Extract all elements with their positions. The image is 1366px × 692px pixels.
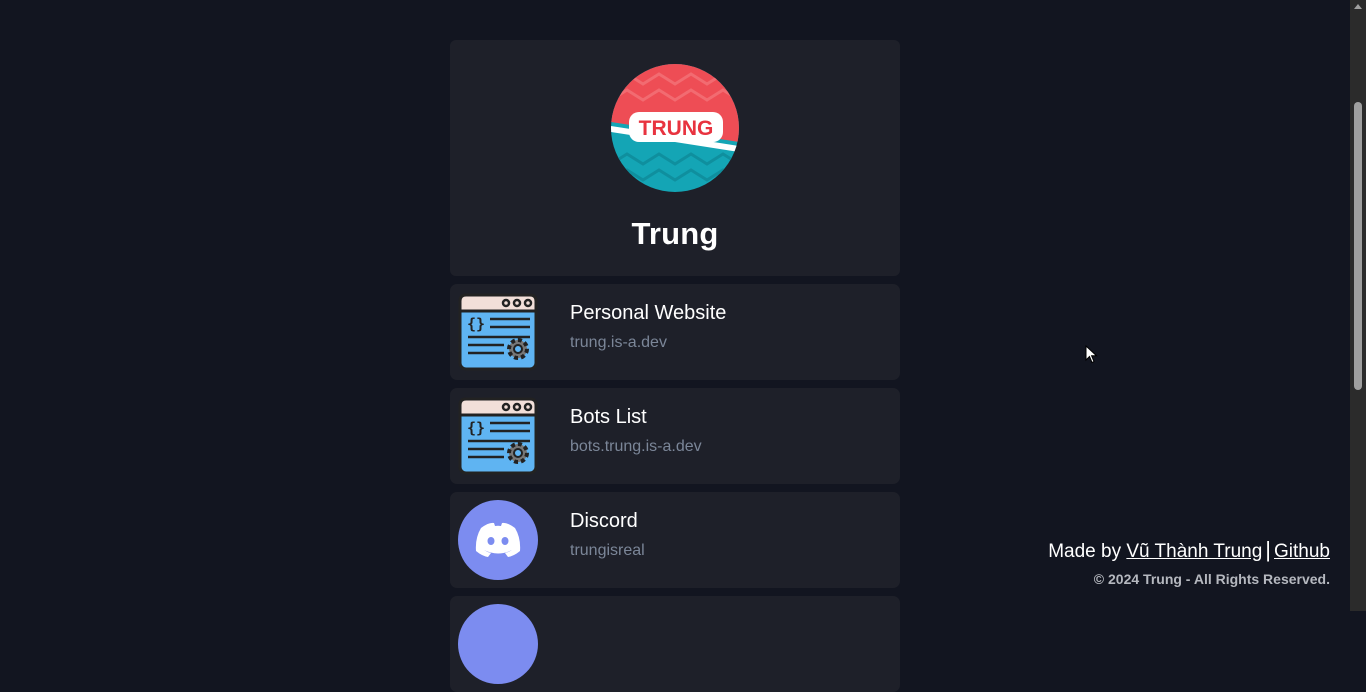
separator: | — [1265, 537, 1272, 562]
discord-icon — [458, 500, 538, 580]
mouse-cursor-icon — [1085, 344, 1099, 370]
link-url: bots.trung.is-a.dev — [570, 438, 702, 455]
github-link[interactable]: Github — [1274, 541, 1330, 562]
svg-text:{}: {} — [467, 315, 485, 333]
avatar[interactable]: TRUNG — [611, 64, 739, 192]
profile-name: Trung — [631, 216, 719, 251]
link-personal-website[interactable]: {} Personal Website trung.is-a.dev — [450, 284, 900, 380]
footer: Made by Vũ Thành Trung | Github © 2024 Tru… — [1048, 537, 1330, 587]
link-username: trungisreal — [570, 542, 645, 559]
link-title: Discord — [570, 510, 638, 532]
author-link[interactable]: Vũ Thành Trung — [1126, 541, 1262, 562]
footer-credits: Made by Vũ Thành Trung | Github — [1048, 537, 1330, 563]
profile-card: TRUNG Trung — [450, 40, 900, 276]
made-by-label: Made by — [1048, 541, 1122, 562]
link-title: Personal Website — [570, 302, 727, 324]
discord-icon — [458, 604, 538, 684]
link-bots-list[interactable]: {} Bots List bots.trung.is-a.dev — [450, 388, 900, 484]
svg-text:{}: {} — [467, 419, 485, 437]
scrollbar[interactable] — [1350, 0, 1366, 611]
link-url: trung.is-a.dev — [570, 334, 667, 351]
link-next-partial[interactable] — [450, 596, 900, 692]
avatar-logo-text: TRUNG — [639, 117, 714, 140]
code-window-icon: {} — [458, 292, 538, 372]
code-window-icon: {} — [458, 396, 538, 476]
link-title: Bots List — [570, 406, 647, 428]
scrollbar-thumb[interactable] — [1354, 102, 1362, 390]
link-discord[interactable]: Discord trungisreal — [450, 492, 900, 588]
scroll-up-arrow-icon[interactable] — [1354, 4, 1362, 9]
link-list: TRUNG Trung {} Personal Website trung.is… — [450, 40, 900, 692]
copyright: © 2024 Trung - All Rights Reserved. — [1093, 571, 1330, 587]
